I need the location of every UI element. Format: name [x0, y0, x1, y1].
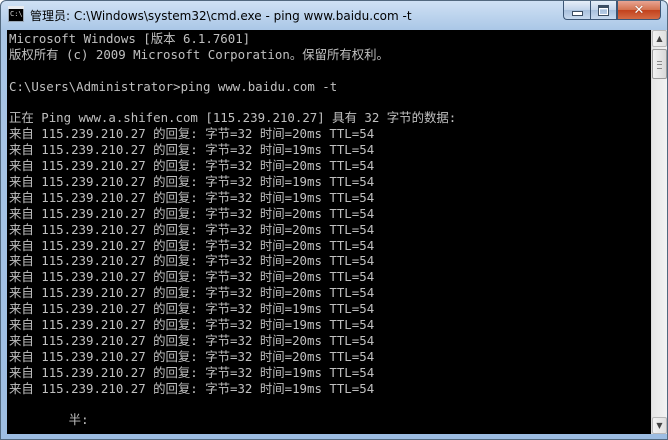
- window-controls: ✕: [563, 1, 661, 21]
- console-lines: Microsoft Windows [版本 6.1.7601] 版权所有 (c) …: [9, 31, 456, 428]
- scrollbar-thumb[interactable]: [652, 49, 667, 79]
- console-line: 来自 115.239.210.27 的回复: 字节=32 时间=20ms TTL…: [9, 253, 375, 269]
- console-line: 来自 115.239.210.27 的回复: 字节=32 时间=20ms TTL…: [9, 332, 375, 348]
- console-line: 来自 115.239.210.27 的回复: 字节=32 时间=19ms TTL…: [9, 380, 375, 396]
- close-icon: ✕: [633, 2, 645, 18]
- minimize-icon: [571, 10, 583, 16]
- close-button[interactable]: ✕: [617, 1, 661, 20]
- console-line: 来自 115.239.210.27 的回复: 字节=32 时间=20ms TTL…: [9, 237, 375, 253]
- grip-icon: [657, 61, 662, 69]
- console-line: 正在 Ping www.a.shifen.com [115.239.210.27…: [9, 110, 457, 126]
- vertical-scrollbar[interactable]: ▲ ▼: [651, 30, 667, 434]
- cmd-app-icon[interactable]: C:\: [8, 6, 24, 22]
- console-line: Microsoft Windows [版本 6.1.7601]: [9, 31, 251, 46]
- console-line: 来自 115.239.210.27 的回复: 字节=32 时间=20ms TTL…: [9, 285, 375, 301]
- minimize-button[interactable]: [563, 1, 590, 20]
- console-line: 来自 115.239.210.27 的回复: 字节=32 时间=19ms TTL…: [9, 142, 375, 158]
- window-title: 管理员: C:\Windows\system32\cmd.exe - ping …: [30, 9, 412, 23]
- console-line: 来自 115.239.210.27 的回复: 字节=32 时间=19ms TTL…: [9, 189, 375, 205]
- console-line: 来自 115.239.210.27 的回复: 字节=32 时间=19ms TTL…: [9, 174, 375, 190]
- console-line: 来自 115.239.210.27 的回复: 字节=32 时间=20ms TTL…: [9, 269, 375, 285]
- console-line: 来自 115.239.210.27 的回复: 字节=32 时间=20ms TTL…: [9, 126, 375, 142]
- console-line: 来自 115.239.210.27 的回复: 字节=32 时间=20ms TTL…: [9, 205, 375, 221]
- console-line: 来自 115.239.210.27 的回复: 字节=32 时间=20ms TTL…: [9, 221, 375, 237]
- console-line: 来自 115.239.210.27 的回复: 字节=32 时间=20ms TTL…: [9, 158, 375, 174]
- maximize-icon: [598, 4, 609, 16]
- window-bottom-frame: [1, 434, 667, 439]
- console-line: 来自 115.239.210.27 的回复: 字节=32 时间=19ms TTL…: [9, 317, 375, 333]
- console-line: 来自 115.239.210.27 的回复: 字节=32 时间=20ms TTL…: [9, 348, 375, 364]
- maximize-button[interactable]: [590, 1, 617, 20]
- console-line: 来自 115.239.210.27 的回复: 字节=32 时间=19ms TTL…: [9, 301, 375, 317]
- scroll-down-button[interactable]: ▼: [652, 417, 667, 434]
- scroll-up-button[interactable]: ▲: [652, 30, 667, 47]
- console-line: 版权所有 (c) 2009 Microsoft Corporation。保留所有…: [9, 46, 389, 62]
- cmd-window: C:\ 管理员: C:\Windows\system32\cmd.exe - p…: [0, 0, 668, 440]
- console-line: 来自 115.239.210.27 的回复: 字节=32 时间=19ms TTL…: [9, 364, 375, 380]
- console-line: 半:: [9, 412, 89, 428]
- console-output[interactable]: Microsoft Windows [版本 6.1.7601] 版权所有 (c) …: [7, 30, 651, 434]
- title-bar[interactable]: C:\ 管理员: C:\Windows\system32\cmd.exe - p…: [1, 1, 667, 31]
- console-line: C:\Users\Administrator>ping www.baidu.co…: [9, 78, 338, 94]
- chevron-down-icon: ▼: [656, 421, 663, 430]
- chevron-up-icon: ▲: [656, 34, 663, 43]
